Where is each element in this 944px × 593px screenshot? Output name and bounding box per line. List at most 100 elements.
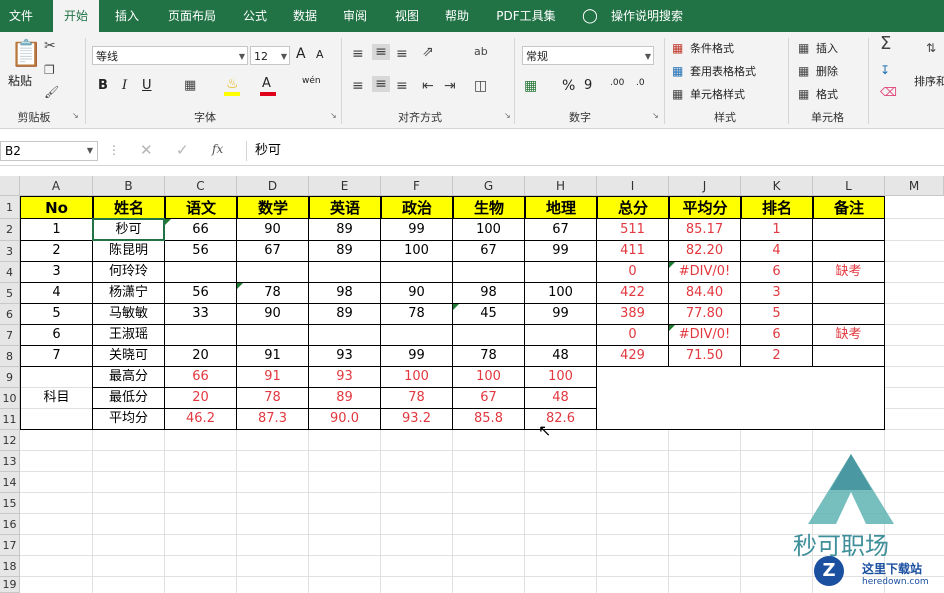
clear-icon[interactable]: ⌫: [880, 84, 897, 100]
table-cell[interactable]: 4: [741, 241, 813, 262]
wrap-text-icon[interactable]: ab: [474, 44, 488, 60]
borders-icon[interactable]: ▦: [184, 78, 196, 94]
font-color-icon[interactable]: A: [262, 76, 271, 92]
stat-value-cell[interactable]: 100: [453, 367, 525, 388]
align-right-icon[interactable]: ≡: [396, 78, 408, 94]
table-cell[interactable]: 5: [20, 304, 93, 325]
table-cell[interactable]: 90: [237, 219, 309, 241]
table-cell[interactable]: 陈昆明: [93, 241, 165, 262]
row-header-2[interactable]: 2: [0, 219, 20, 241]
fill-color-icon[interactable]: ♨: [226, 76, 239, 92]
currency-icon[interactable]: ▦: [524, 78, 537, 94]
column-header-J[interactable]: J: [669, 176, 741, 196]
column-header-I[interactable]: I: [597, 176, 669, 196]
table-cell[interactable]: 6: [741, 325, 813, 346]
delete-cells-button[interactable]: 删除: [816, 63, 838, 79]
row-header-8[interactable]: 8: [0, 346, 20, 367]
row-header-15[interactable]: 15: [0, 493, 20, 514]
table-cell[interactable]: 429: [597, 346, 669, 367]
table-cell[interactable]: 89: [309, 219, 381, 241]
table-cell[interactable]: [813, 304, 885, 325]
header-cell[interactable]: 平均分: [669, 196, 741, 219]
table-cell[interactable]: 秒可: [93, 219, 165, 241]
table-cell[interactable]: [813, 241, 885, 262]
shrink-font-button[interactable]: A: [316, 48, 324, 61]
table-cell[interactable]: 2: [741, 346, 813, 367]
table-cell[interactable]: [237, 262, 309, 283]
tab-page-layout[interactable]: 页面布局: [158, 0, 226, 32]
table-cell[interactable]: 411: [597, 241, 669, 262]
table-cell[interactable]: 王淑瑶: [93, 325, 165, 346]
font-size-combo[interactable]: 12 ▼: [250, 46, 290, 65]
header-cell[interactable]: 生物: [453, 196, 525, 219]
decrease-decimal-button[interactable]: .0: [636, 78, 645, 88]
table-cell[interactable]: [813, 219, 885, 241]
column-header-B[interactable]: B: [93, 176, 165, 196]
merge-center-icon[interactable]: ◫: [474, 78, 487, 94]
row-header-4[interactable]: 4: [0, 262, 20, 283]
table-cell[interactable]: 45: [453, 304, 525, 325]
column-header-D[interactable]: D: [237, 176, 309, 196]
table-cell[interactable]: 67: [525, 219, 597, 241]
row-header-19[interactable]: 19: [0, 577, 20, 593]
table-cell[interactable]: [165, 325, 237, 346]
insert-cells-button[interactable]: 插入: [816, 40, 838, 56]
enter-icon[interactable]: ✓: [176, 141, 189, 159]
table-cell[interactable]: #DIV/0!: [669, 325, 741, 346]
stat-label-cell[interactable]: 最高分: [93, 367, 165, 388]
tab-home[interactable]: 开始: [53, 0, 99, 32]
percent-button[interactable]: %: [562, 78, 575, 94]
format-painter-icon[interactable]: 🖌: [44, 84, 59, 100]
header-cell[interactable]: 数学: [237, 196, 309, 219]
table-cell[interactable]: 511: [597, 219, 669, 241]
table-cell[interactable]: 84.40: [669, 283, 741, 304]
italic-button[interactable]: I: [122, 78, 127, 93]
stat-value-cell[interactable]: 78: [237, 388, 309, 409]
select-all-corner[interactable]: [0, 176, 20, 196]
table-cell[interactable]: [453, 325, 525, 346]
stat-value-cell[interactable]: 89: [309, 388, 381, 409]
table-cell[interactable]: 7: [20, 346, 93, 367]
table-cell[interactable]: #DIV/0!: [669, 262, 741, 283]
fill-down-icon[interactable]: ↧: [880, 62, 890, 78]
header-cell[interactable]: 总分: [597, 196, 669, 219]
row-header-12[interactable]: 12: [0, 430, 20, 451]
stat-value-cell[interactable]: 100: [381, 367, 453, 388]
stat-value-cell[interactable]: 67: [453, 388, 525, 409]
row-header-1[interactable]: 1: [0, 196, 20, 219]
tab-view[interactable]: 视图: [386, 0, 428, 32]
table-cell[interactable]: 78: [453, 346, 525, 367]
align-left-icon[interactable]: ≡: [352, 78, 364, 94]
stat-value-cell[interactable]: 82.6: [525, 409, 597, 430]
table-cell[interactable]: 98: [309, 283, 381, 304]
column-header-K[interactable]: K: [741, 176, 813, 196]
tab-help[interactable]: 帮助: [436, 0, 478, 32]
table-cell[interactable]: 2: [20, 241, 93, 262]
table-cell[interactable]: [813, 283, 885, 304]
row-header-18[interactable]: 18: [0, 556, 20, 577]
stat-value-cell[interactable]: 91: [237, 367, 309, 388]
stat-value-cell[interactable]: 85.8: [453, 409, 525, 430]
alignment-launcher-icon[interactable]: ↘: [504, 112, 512, 120]
autosum-icon[interactable]: Σ: [880, 35, 891, 53]
row-header-5[interactable]: 5: [0, 283, 20, 304]
header-cell[interactable]: 英语: [309, 196, 381, 219]
table-cell[interactable]: 99: [525, 304, 597, 325]
table-cell[interactable]: [381, 262, 453, 283]
row-header-6[interactable]: 6: [0, 304, 20, 325]
conditional-format-button[interactable]: 条件格式: [690, 40, 734, 56]
table-cell[interactable]: [381, 325, 453, 346]
table-cell[interactable]: 48: [525, 346, 597, 367]
table-cell[interactable]: 3: [741, 283, 813, 304]
header-cell[interactable]: No: [20, 196, 93, 219]
row-header-11[interactable]: 11: [0, 409, 20, 430]
header-cell[interactable]: 政治: [381, 196, 453, 219]
insert-function-button[interactable]: fx: [212, 142, 223, 156]
increase-indent-icon[interactable]: ⇥: [444, 78, 456, 94]
font-name-combo[interactable]: 等线 ▼: [92, 46, 248, 65]
table-cell[interactable]: 20: [165, 346, 237, 367]
table-cell[interactable]: 0: [597, 325, 669, 346]
row-header-16[interactable]: 16: [0, 514, 20, 535]
table-cell[interactable]: 77.80: [669, 304, 741, 325]
orientation-icon[interactable]: ⇗: [422, 44, 434, 60]
